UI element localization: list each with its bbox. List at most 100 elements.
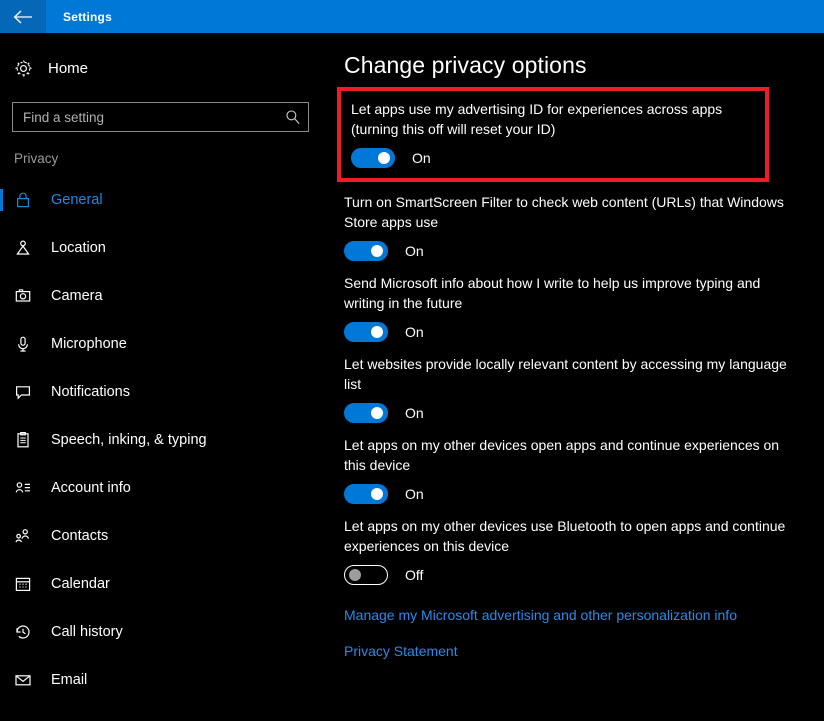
sidebar-item-email[interactable]: Email bbox=[0, 656, 330, 704]
footer-links: Manage my Microsoft advertising and othe… bbox=[344, 607, 824, 659]
typing-info-toggle[interactable] bbox=[344, 322, 388, 342]
sidebar-nav-list: General Location Camera Microphone Notif… bbox=[0, 176, 330, 704]
setting-toggle-row: On bbox=[344, 241, 824, 261]
privacy-settings-list: Let apps use my advertising ID for exper… bbox=[337, 87, 824, 585]
toggle-state-label: On bbox=[412, 150, 431, 166]
sidebar-item-label: Notifications bbox=[51, 384, 130, 400]
back-arrow-icon bbox=[13, 10, 33, 24]
sidebar-home-label: Home bbox=[48, 59, 89, 77]
setting-typing-info: Send Microsoft info about how I write to… bbox=[344, 273, 824, 342]
toggle-knob bbox=[371, 488, 383, 500]
window-body: Home Privacy bbox=[0, 33, 824, 721]
bluetooth-experiences-toggle[interactable] bbox=[344, 565, 388, 585]
search-box[interactable] bbox=[12, 102, 309, 132]
manage-advertising-link[interactable]: Manage my Microsoft advertising and othe… bbox=[344, 607, 737, 623]
selection-indicator bbox=[0, 237, 3, 259]
clipboard-icon bbox=[14, 431, 40, 449]
sidebar-item-call-history[interactable]: Call history bbox=[0, 608, 330, 656]
search-input[interactable] bbox=[13, 104, 278, 130]
back-button[interactable] bbox=[0, 0, 46, 33]
call-history-icon bbox=[14, 623, 40, 641]
setting-toggle-row: On bbox=[344, 322, 824, 342]
toggle-knob bbox=[371, 245, 383, 257]
sidebar-item-label: Camera bbox=[51, 288, 103, 304]
selection-indicator bbox=[0, 285, 3, 307]
setting-bluetooth-experiences: Let apps on my other devices use Bluetoo… bbox=[344, 516, 824, 585]
sidebar-item-home[interactable]: Home bbox=[0, 54, 330, 82]
sidebar-item-calendar[interactable]: Calendar bbox=[0, 560, 330, 608]
sidebar-item-label: Account info bbox=[51, 480, 131, 496]
setting-toggle-row: On bbox=[344, 484, 824, 504]
sidebar-item-speech-inking-typing[interactable]: Speech, inking, & typing bbox=[0, 416, 330, 464]
toggle-knob bbox=[378, 152, 390, 164]
selection-indicator bbox=[0, 333, 3, 355]
toggle-state-label: On bbox=[405, 243, 424, 259]
lock-icon bbox=[14, 191, 40, 209]
sidebar-item-contacts[interactable]: Contacts bbox=[0, 512, 330, 560]
title-bar: Settings bbox=[0, 0, 824, 33]
toggle-knob bbox=[371, 326, 383, 338]
sidebar-item-label: Call history bbox=[51, 624, 123, 640]
sidebar-item-label: Location bbox=[51, 240, 106, 256]
setting-description: Let apps on my other devices open apps a… bbox=[344, 437, 780, 473]
search-icon[interactable] bbox=[278, 109, 308, 125]
sidebar-item-label: Contacts bbox=[51, 528, 109, 544]
selection-indicator bbox=[0, 477, 3, 499]
main-panel: Change privacy options Let apps use my a… bbox=[330, 33, 824, 721]
sidebar-item-general[interactable]: General bbox=[0, 176, 330, 224]
selection-indicator bbox=[0, 429, 3, 451]
selection-indicator bbox=[0, 621, 3, 643]
setting-description: Let apps on my other devices use Bluetoo… bbox=[344, 518, 786, 554]
setting-advertising-id: Let apps use my advertising ID for exper… bbox=[337, 87, 769, 182]
toggle-state-label: On bbox=[405, 486, 424, 502]
sidebar-item-label: General bbox=[51, 192, 103, 208]
gear-icon bbox=[14, 59, 40, 78]
sidebar-item-label: Email bbox=[51, 672, 88, 688]
sidebar-item-microphone[interactable]: Microphone bbox=[0, 320, 330, 368]
toggle-state-label: Off bbox=[405, 567, 424, 583]
contacts-icon bbox=[14, 527, 40, 545]
sidebar-item-label: Calendar bbox=[51, 576, 110, 592]
toggle-knob bbox=[349, 569, 361, 581]
setting-description: Let websites provide locally relevant co… bbox=[344, 356, 787, 392]
selection-indicator bbox=[0, 573, 3, 595]
sidebar-item-camera[interactable]: Camera bbox=[0, 272, 330, 320]
envelope-icon bbox=[14, 671, 40, 689]
sidebar-item-label: Speech, inking, & typing bbox=[51, 432, 207, 448]
setting-language-list: Let websites provide locally relevant co… bbox=[344, 354, 824, 423]
setting-toggle-row: On bbox=[351, 148, 755, 168]
microphone-icon bbox=[14, 335, 40, 353]
sidebar-section-label: Privacy bbox=[14, 151, 59, 166]
selection-indicator bbox=[0, 189, 3, 211]
setting-description: Let apps use my advertising ID for exper… bbox=[351, 101, 723, 137]
sidebar-item-location[interactable]: Location bbox=[0, 224, 330, 272]
language-list-toggle[interactable] bbox=[344, 403, 388, 423]
toggle-state-label: On bbox=[405, 324, 424, 340]
settings-window: Settings Home Find a setting Privacy Gen… bbox=[0, 0, 824, 721]
setting-toggle-row: On bbox=[344, 403, 824, 423]
setting-description: Send Microsoft info about how I write to… bbox=[344, 275, 761, 311]
setting-description: Turn on SmartScreen Filter to check web … bbox=[344, 194, 784, 230]
speech-bubble-icon bbox=[14, 383, 40, 401]
account-info-icon bbox=[14, 479, 40, 497]
setting-continue-experiences: Let apps on my other devices open apps a… bbox=[344, 435, 824, 504]
continue-experiences-toggle[interactable] bbox=[344, 484, 388, 504]
setting-toggle-row: Off bbox=[344, 565, 824, 585]
sidebar-item-notifications[interactable]: Notifications bbox=[0, 368, 330, 416]
toggle-state-label: On bbox=[405, 405, 424, 421]
window-title: Settings bbox=[63, 9, 112, 24]
toggle-knob bbox=[371, 407, 383, 419]
camera-icon bbox=[14, 287, 40, 305]
location-pin-icon bbox=[14, 239, 40, 257]
page-title: Change privacy options bbox=[344, 52, 587, 78]
privacy-statement-link[interactable]: Privacy Statement bbox=[344, 643, 458, 659]
sidebar-item-label: Microphone bbox=[51, 336, 127, 352]
sidebar: Home Privacy bbox=[0, 33, 330, 721]
sidebar-item-account-info[interactable]: Account info bbox=[0, 464, 330, 512]
calendar-icon bbox=[14, 575, 40, 593]
selection-indicator bbox=[0, 381, 3, 403]
smartscreen-filter-toggle[interactable] bbox=[344, 241, 388, 261]
selection-indicator bbox=[0, 525, 3, 547]
advertising-id-toggle[interactable] bbox=[351, 148, 395, 168]
setting-smartscreen-filter: Turn on SmartScreen Filter to check web … bbox=[344, 192, 824, 261]
